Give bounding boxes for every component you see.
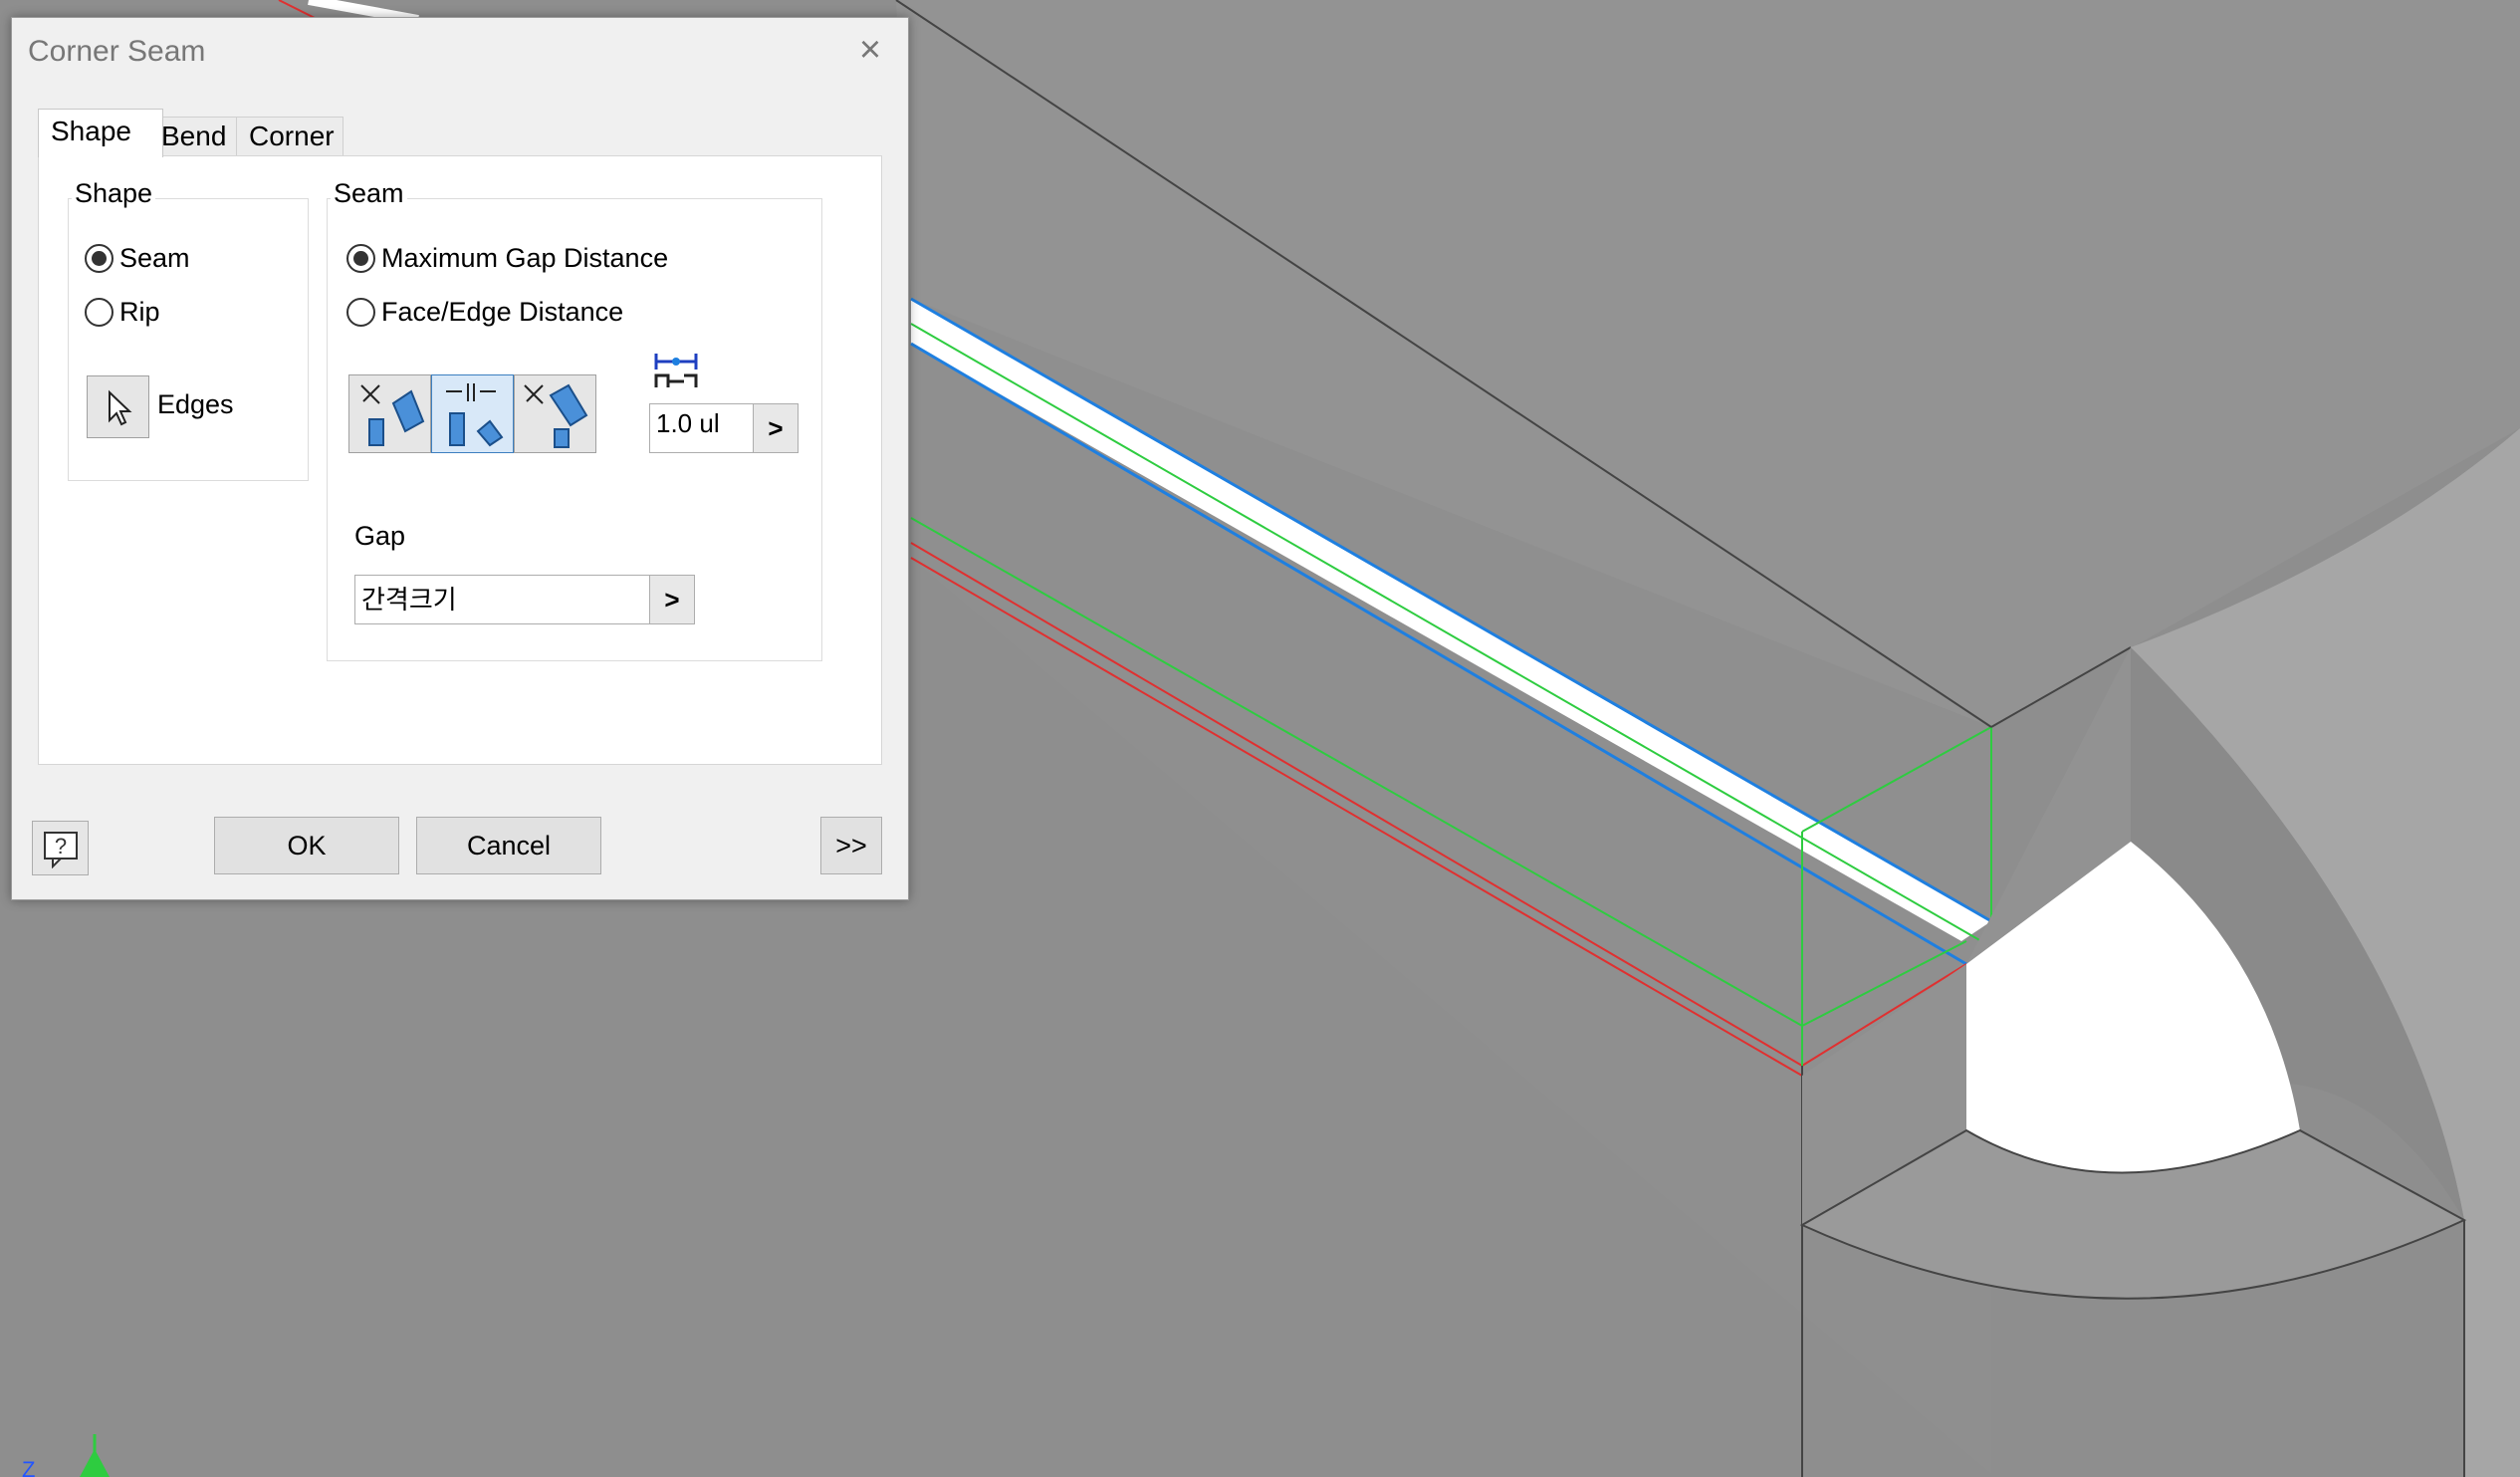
butt-seam-icon (446, 383, 504, 447)
gap-label: Gap (354, 521, 406, 551)
axis-z-label: Z (22, 1457, 35, 1477)
overlap-value-field[interactable]: 1.0 ul > (649, 403, 799, 453)
shape-group-label: Shape (72, 178, 156, 209)
shape-tab-panel: Shape Seam Rip Edges Seam Maximum Gap Di… (38, 155, 882, 765)
ok-button[interactable]: OK (214, 817, 399, 874)
radio-maximum-gap-distance-label: Maximum Gap Distance (381, 243, 669, 273)
gap-distance-icon (654, 354, 698, 387)
radio-seam-label: Seam (119, 243, 190, 273)
radio-face-edge-distance-label: Face/Edge Distance (381, 297, 624, 327)
radio-seam-dot[interactable] (85, 244, 114, 273)
overlap-left-icon (360, 384, 425, 446)
radio-seam[interactable]: Seam (85, 243, 190, 274)
corner-seam-dialog: Corner Seam × Shape Bend Corner Shape Se… (11, 17, 909, 900)
radio-rip-label: Rip (119, 297, 160, 327)
more-options-button[interactable]: >> (820, 817, 882, 874)
radio-face-edge-distance[interactable]: Face/Edge Distance (346, 297, 623, 328)
radio-maximum-gap-distance[interactable]: Maximum Gap Distance (346, 243, 668, 274)
seam-overlap-left-button[interactable] (348, 374, 431, 453)
seam-butt-button[interactable] (431, 374, 514, 453)
radio-rip[interactable]: Rip (85, 297, 160, 328)
gap-value-field[interactable]: 간격크기 > (354, 575, 695, 624)
overlap-right-icon (524, 383, 588, 448)
close-icon[interactable]: × (848, 28, 892, 72)
radio-face-edge-distance-dot[interactable] (346, 298, 375, 327)
chevron-right-icon[interactable]: > (753, 404, 798, 452)
seam-overlap-right-button[interactable] (514, 374, 596, 453)
dialog-title: Corner Seam (28, 35, 206, 68)
radio-maximum-gap-distance-dot[interactable] (346, 244, 375, 273)
cursor-arrow-icon (109, 389, 132, 426)
tab-corner[interactable]: Corner (236, 117, 344, 155)
svg-text:?: ? (54, 834, 66, 859)
edges-label: Edges (157, 389, 234, 419)
radio-rip-dot[interactable] (85, 298, 114, 327)
overlap-value-text: 1.0 ul (656, 408, 720, 438)
gap-value-text: 간격크기 (361, 585, 457, 615)
tab-bend[interactable]: Bend (148, 117, 248, 155)
chevron-right-icon[interactable]: > (649, 576, 694, 623)
cancel-button[interactable]: Cancel (416, 817, 601, 874)
tab-shape[interactable]: Shape (38, 109, 163, 157)
seam-group-label: Seam (331, 178, 407, 209)
edges-select-button[interactable] (87, 375, 149, 438)
help-button[interactable]: ? (32, 821, 89, 875)
help-icon: ? (43, 831, 78, 868)
